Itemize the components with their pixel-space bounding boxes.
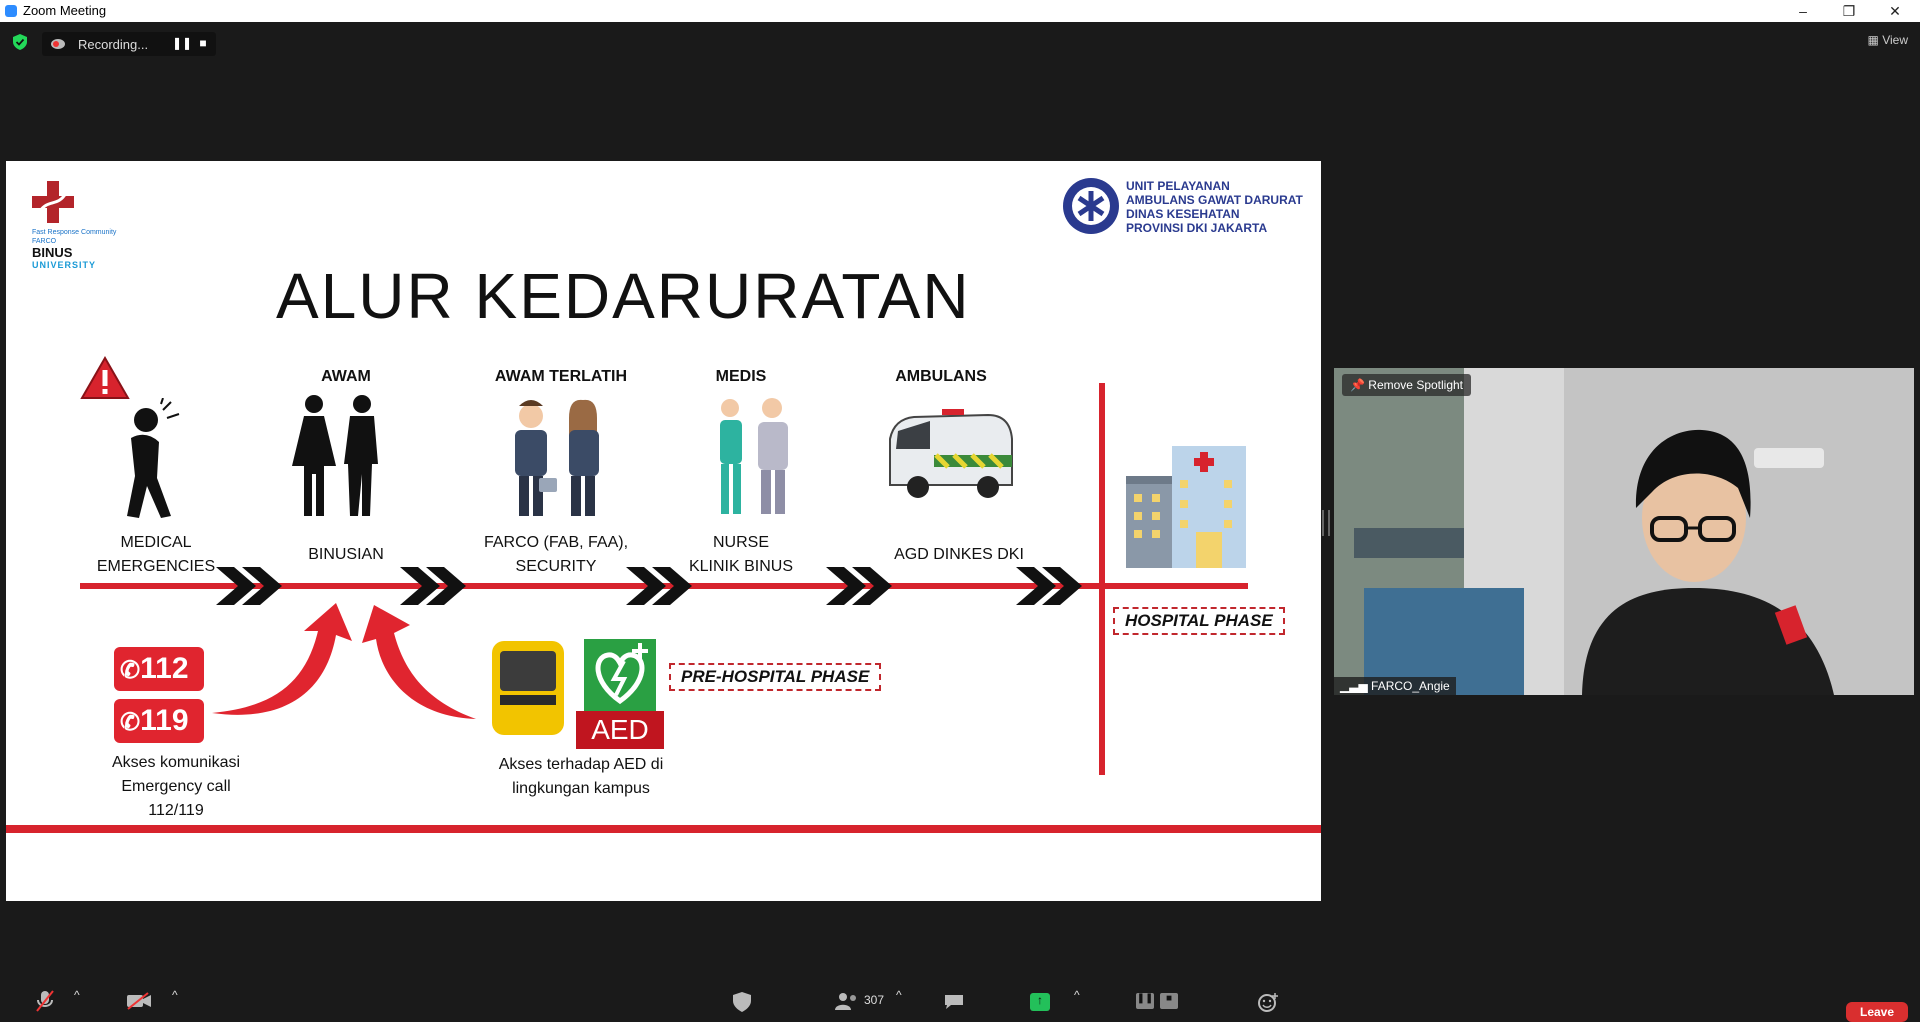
pause-recording-button[interactable]: ❚❚ xyxy=(172,36,192,52)
share-screen-icon[interactable]: ↑ xyxy=(1030,993,1050,1011)
stop-video-icon[interactable] xyxy=(126,992,152,1010)
caption-emergency-call: Akses komunikasi Emergency call 112/119 xyxy=(76,751,276,823)
share-options-chevron-icon[interactable]: ^ xyxy=(1074,988,1080,1002)
cloud-recording-icon xyxy=(51,39,65,49)
zoom-logo-icon xyxy=(5,5,17,17)
video-feed xyxy=(1334,368,1914,695)
hospital-phase-label: HOSPITAL PHASE xyxy=(1113,607,1285,635)
phone-112-badge: ✆112 xyxy=(114,647,204,691)
leave-button[interactable]: Leave xyxy=(1846,1002,1908,1022)
minimize-button[interactable]: – xyxy=(1780,0,1826,22)
reactions-icon[interactable] xyxy=(1257,992,1279,1012)
recording-label: Recording... xyxy=(78,37,149,52)
hospital-building-icon xyxy=(1126,446,1246,568)
shared-slide: Fast Response Community FARCO BINUS UNIV… xyxy=(6,161,1321,901)
aed-device-icon xyxy=(492,641,564,735)
security-shield-icon[interactable] xyxy=(13,34,27,50)
caption-call-2: Emergency call xyxy=(121,778,231,795)
audio-options-chevron-icon[interactable]: ^ xyxy=(74,988,80,1002)
recording-indicator: Recording... ❚❚ ■ xyxy=(42,32,216,56)
view-button[interactable]: ▦ View xyxy=(1868,33,1908,47)
red-curved-arrow-icon xyxy=(362,605,476,719)
phone-icon: ✆ xyxy=(120,657,141,684)
meeting-controls-bar: ^ ^ 307 ^ ↑ ^ ❚❚ ■ xyxy=(0,980,1920,1017)
caption-call-1: Akses komunikasi xyxy=(111,754,241,771)
close-button[interactable]: ✕ xyxy=(1872,0,1918,22)
participant-name: FARCO_Angie xyxy=(1371,679,1450,693)
stop-recording-icon[interactable]: ■ xyxy=(1160,993,1178,1009)
restore-button[interactable]: ❐ xyxy=(1826,0,1872,22)
participants-icon[interactable] xyxy=(834,992,860,1010)
caption-call-3: 112/119 xyxy=(148,802,204,819)
window-title: Zoom Meeting xyxy=(23,3,107,18)
phone-icon: ✆ xyxy=(120,709,141,736)
aed-heart-icon xyxy=(595,643,648,705)
pause-recording-icon[interactable]: ❚❚ xyxy=(1136,993,1154,1009)
stop-recording-button[interactable]: ■ xyxy=(194,36,212,52)
caption-aed-2: lingkungan kampus xyxy=(512,780,650,797)
caption-aed-1: Akses terhadap AED di xyxy=(498,756,664,773)
window-titlebar: Zoom Meeting – ❐ ✕ xyxy=(0,0,1920,22)
caption-aed-access: Akses terhadap AED di lingkungan kampus xyxy=(466,753,696,801)
view-label: View xyxy=(1882,33,1908,47)
signal-strength-icon: ▁▃▅ xyxy=(1340,679,1368,693)
phone-119: 119 xyxy=(140,704,189,737)
meeting-top-bar: Recording... ❚❚ ■ ▦ View xyxy=(0,22,1920,62)
pre-hospital-phase-label: PRE-HOSPITAL PHASE xyxy=(669,663,882,691)
aed-sign xyxy=(584,639,656,711)
panel-resize-handle[interactable] xyxy=(1322,510,1330,536)
view-grid-icon: ▦ xyxy=(1867,33,1879,47)
aed-label: AED xyxy=(576,711,664,749)
remove-spotlight-button[interactable]: 📌 Remove Spotlight xyxy=(1342,374,1472,396)
chat-icon[interactable] xyxy=(943,993,965,1011)
participants-chevron-icon[interactable]: ^ xyxy=(896,988,902,1002)
pin-icon: 📌 xyxy=(1350,378,1365,392)
remove-spotlight-label: Remove Spotlight xyxy=(1368,378,1464,392)
mute-microphone-icon[interactable] xyxy=(36,990,54,1012)
participant-video-tile[interactable]: 📌 Remove Spotlight ▁▃▅ FARCO_Angie xyxy=(1334,368,1914,695)
participant-name-tag: ▁▃▅ FARCO_Angie xyxy=(1334,677,1456,695)
phone-112: 112 xyxy=(140,652,189,685)
video-options-chevron-icon[interactable]: ^ xyxy=(172,988,178,1002)
security-icon[interactable] xyxy=(733,992,751,1012)
participants-count: 307 xyxy=(864,993,885,1007)
phone-119-badge: ✆119 xyxy=(114,699,204,743)
red-curved-arrow-icon xyxy=(212,603,352,715)
